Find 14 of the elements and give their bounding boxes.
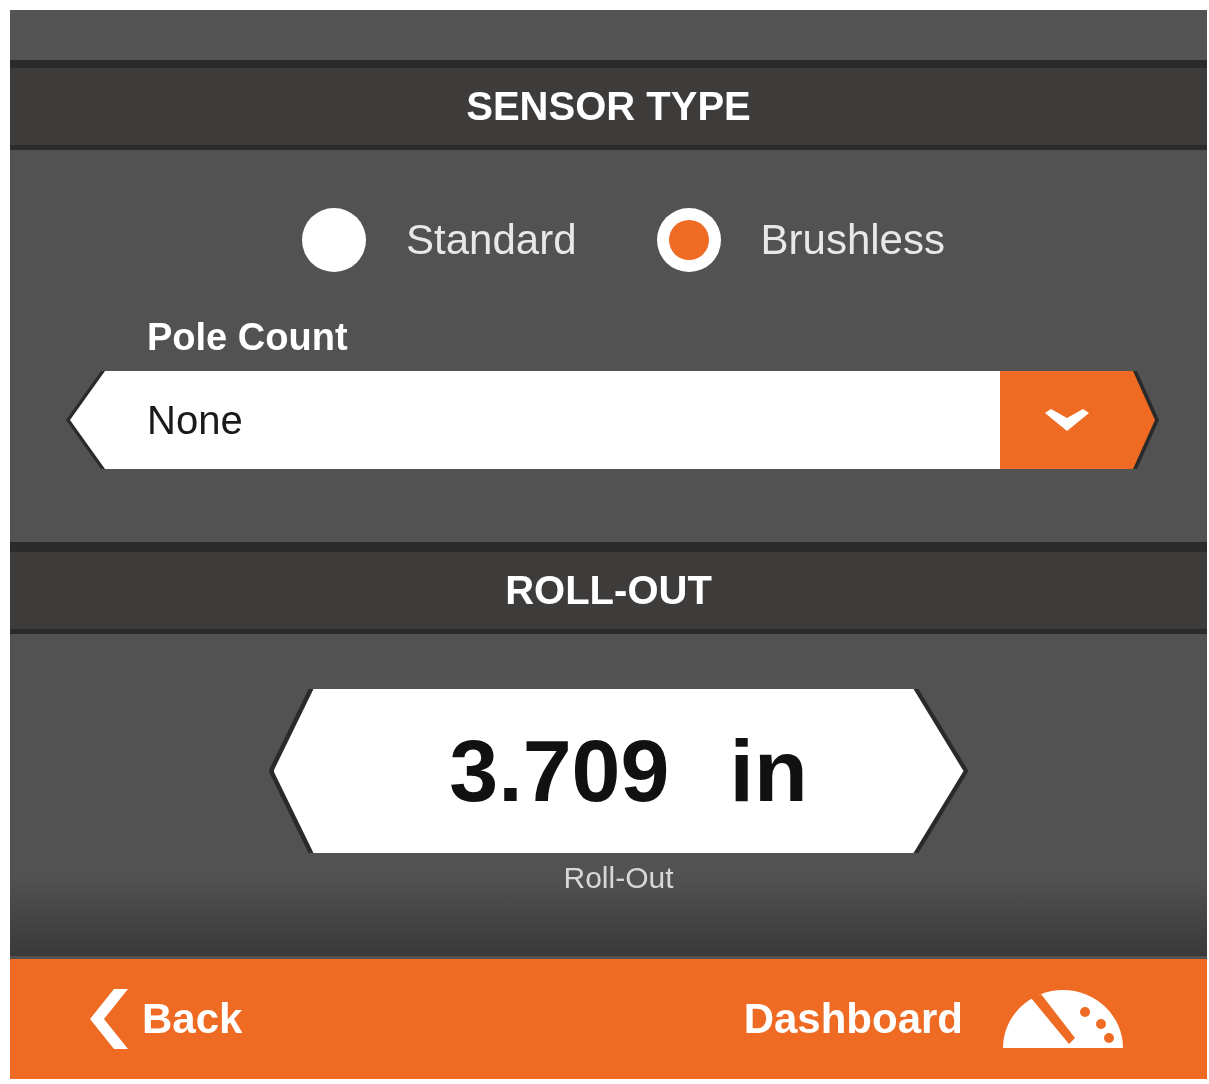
dropdown-field[interactable]: None [70,371,1000,469]
chevron-down-icon [1044,409,1089,431]
section-header: ROLL-OUT [10,552,1207,634]
radio-label: Brushless [760,216,945,264]
value-caption: Roll-Out [563,861,674,895]
gauge-icon [1001,990,1125,1048]
value-display[interactable]: 3.709 in [273,689,964,853]
dropdown-button[interactable] [1000,371,1155,469]
chevron-left-icon [90,989,128,1049]
field-label: Pole Count [147,316,348,359]
section-header: SENSOR TYPE [10,68,1207,150]
unit-text: in [729,720,808,822]
radio-label: Standard [406,216,577,264]
value-text: 3.709 [449,720,670,822]
